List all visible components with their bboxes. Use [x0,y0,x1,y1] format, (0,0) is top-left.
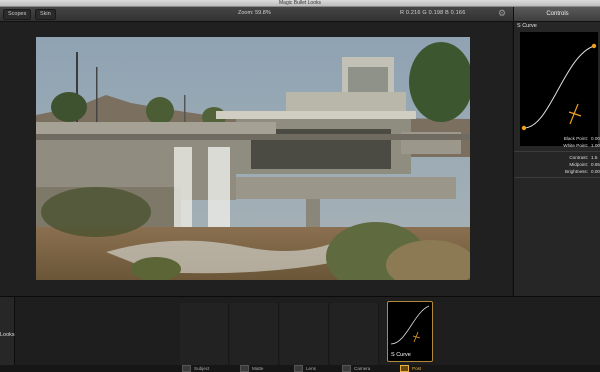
looks-tab-label: Looks [0,332,15,338]
s-curve-thumbnail-icon [390,305,430,345]
divider [514,177,600,178]
preview-viewer [0,22,512,296]
contrast-label: Contrast: [569,155,588,160]
black-point-handle[interactable] [521,125,527,131]
midpoint-label: Midpoint: [569,162,588,167]
tool-card-label: S Curve [391,352,411,358]
white-point-value[interactable]: 1.00 [591,143,600,148]
white-point-handle[interactable] [591,43,597,49]
controls-tab[interactable]: Controls [513,7,600,21]
looks-tab[interactable]: Looks [0,297,15,372]
matte-slot[interactable] [230,303,279,367]
window-title: Magic Bullet Looks [279,0,321,6]
tool-chain-area: Looks S Curve Subject Matte Lens Camera … [0,296,600,372]
s-curve-graph[interactable] [520,32,598,146]
zoom-readout: Zoom: 59.8% [238,10,271,16]
controls-panel: S Curve Black Point: 0.00 White Point: 1… [513,22,600,296]
s-curve-tool-card[interactable]: S Curve [387,301,433,362]
gear-icon[interactable]: ⚙ [498,8,506,19]
window-title-bar: Magic Bullet Looks [0,0,600,7]
category-label: Subject [194,366,210,371]
category-label: Matte [252,366,264,371]
preview-image [36,37,470,280]
black-point-label: Black Point: [563,136,588,141]
category-label: Lens [306,366,316,371]
panel-title: S Curve [517,23,537,29]
scopes-button[interactable]: Scopes [3,9,32,20]
subject-slot[interactable] [180,303,229,367]
midpoint-value[interactable]: 0.65 [591,162,600,167]
black-point-value[interactable]: 0.00 [591,136,600,141]
top-toolbar: Scopes Skin Zoom: 59.8% R 0.216 G 0.198 … [0,7,600,22]
rgb-readout: R 0.216 G 0.198 B 0.166 [400,10,466,16]
brightness-value[interactable]: 0.00 [591,169,600,174]
white-point-label: White Point: [563,143,588,148]
brightness-label: Brightness: [565,169,588,174]
divider [514,151,600,152]
lens-slot[interactable] [280,303,329,367]
contrast-value[interactable]: 1.5 [591,155,597,160]
camera-slot[interactable] [330,303,379,367]
category-label: Camera [354,366,371,371]
skin-button[interactable]: Skin [35,9,56,20]
category-label: Post [412,366,422,371]
